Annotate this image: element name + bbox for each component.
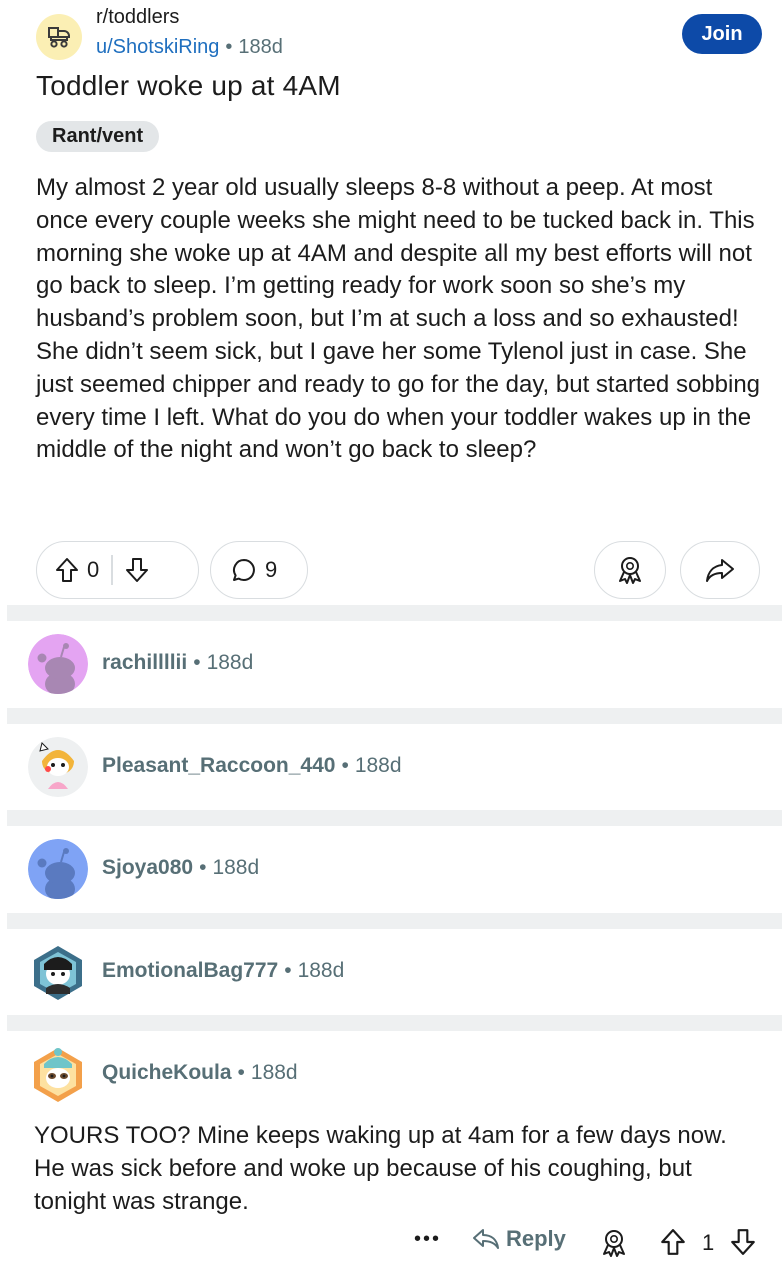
comment-divider [7, 708, 782, 724]
share-button[interactable] [680, 541, 760, 599]
reply-label: Reply [506, 1226, 566, 1251]
award-icon [619, 557, 641, 584]
section-divider [7, 605, 782, 621]
arrow-down-icon[interactable] [730, 1228, 756, 1256]
meta-separator: • [284, 959, 292, 982]
comment-age: 188d [206, 651, 254, 674]
comment-row[interactable]: Pleasant_Raccoon_440 • 188d [28, 737, 768, 797]
award-icon[interactable] [600, 1228, 628, 1258]
comment-divider [7, 810, 782, 826]
meta-separator: • [237, 1061, 245, 1084]
reply-button[interactable]: Reply [472, 1226, 566, 1252]
vote-control: 0 [36, 541, 199, 599]
vote-separator [111, 555, 113, 585]
comments-button[interactable]: 9 [210, 541, 308, 599]
post-action-bar: 0 9 [36, 541, 762, 599]
join-button[interactable]: Join [682, 14, 762, 54]
user-avatar[interactable] [28, 737, 88, 797]
snoo-avatar-icon [28, 634, 88, 694]
comment-action-bar: ••• Reply 1 [0, 1222, 782, 1264]
award-button[interactable] [594, 541, 666, 599]
subreddit-avatar[interactable] [36, 14, 82, 60]
subreddit-name[interactable]: r/toddlers [96, 6, 179, 29]
comment-username[interactable]: Pleasant_Raccoon_440 [102, 754, 335, 777]
arrow-up-icon[interactable] [55, 557, 79, 583]
user-avatar[interactable] [28, 634, 88, 694]
user-avatar[interactable] [28, 1044, 88, 1104]
meta-separator: • [193, 651, 201, 674]
post-author[interactable]: u/ShotskiRing [96, 36, 219, 58]
comment-divider [7, 1015, 782, 1031]
custom-snoo-avatar-icon [34, 946, 82, 1000]
comment-username[interactable]: QuicheKoula [102, 1061, 232, 1084]
arrow-up-icon[interactable] [660, 1228, 686, 1256]
comment-vote-count: 1 [702, 1230, 715, 1255]
more-options-icon[interactable]: ••• [414, 1228, 441, 1251]
custom-snoo-avatar-icon [28, 737, 88, 797]
comment-meta: QuicheKoula • 188d [102, 1061, 298, 1085]
post-comment-count: 9 [265, 557, 278, 582]
comment-divider [7, 913, 782, 929]
comment-meta: Sjoya080 • 188d [102, 856, 259, 880]
post-header: r/toddlers u/ShotskiRing • 188d Join [36, 4, 766, 66]
comment-row[interactable]: rachillllii • 188d [28, 634, 768, 694]
comment-username[interactable]: EmotionalBag777 [102, 959, 278, 982]
post-meta: u/ShotskiRing • 188d [96, 36, 283, 59]
post-title: Toddler woke up at 4AM [36, 70, 341, 101]
share-arrow-icon [706, 559, 734, 582]
meta-separator: • [341, 754, 349, 777]
user-avatar[interactable] [28, 942, 88, 1002]
snoo-avatar-icon [28, 839, 88, 899]
comment-username[interactable]: rachillllii [102, 651, 187, 674]
stroller-icon [48, 27, 70, 48]
post-flair[interactable]: Rant/vent [36, 121, 160, 152]
comment-age: 188d [250, 1061, 298, 1084]
comment-age: 188d [297, 959, 345, 982]
post-vote-count: 0 [87, 557, 100, 582]
post-body: My almost 2 year old usually sleeps 8-8 … [36, 174, 761, 464]
custom-snoo-avatar-icon [34, 1048, 82, 1102]
speech-bubble-icon [233, 559, 255, 581]
post-age: 188d [238, 36, 283, 58]
comment-row[interactable]: Sjoya080 • 188d [28, 839, 768, 899]
meta-separator: • [225, 36, 233, 58]
comment-meta: rachillllii • 188d [102, 651, 253, 675]
comment-age: 188d [354, 754, 402, 777]
arrow-down-icon[interactable] [125, 557, 149, 583]
comment-row[interactable]: QuicheKoula • 188d [28, 1044, 768, 1104]
comment-row[interactable]: EmotionalBag777 • 188d [28, 942, 768, 1002]
comment-age: 188d [212, 856, 260, 879]
comment-meta: EmotionalBag777 • 188d [102, 959, 344, 983]
comment-username[interactable]: Sjoya080 [102, 856, 193, 879]
reply-arrow-icon [473, 1229, 499, 1249]
user-avatar[interactable] [28, 839, 88, 899]
meta-separator: • [199, 856, 207, 879]
comment-meta: Pleasant_Raccoon_440 • 188d [102, 754, 402, 778]
comment-body: YOURS TOO? Mine keeps waking up at 4am f… [34, 1122, 727, 1215]
